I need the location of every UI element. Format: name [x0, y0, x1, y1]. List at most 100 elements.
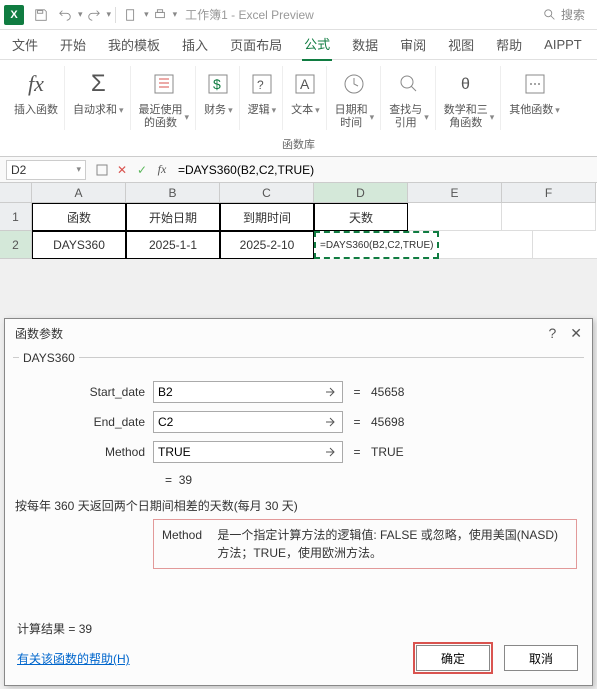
cell[interactable] — [533, 231, 597, 259]
text-icon: A — [292, 66, 318, 102]
svg-text:A: A — [300, 76, 310, 92]
ribbon-tab[interactable]: 帮助 — [494, 29, 524, 60]
cell[interactable] — [408, 203, 502, 231]
ribbon-tab[interactable]: AIPPT — [542, 31, 584, 58]
column-header[interactable]: E — [408, 183, 502, 203]
ribbon-button-label: 财务 ▾ — [204, 104, 233, 117]
cancel-button[interactable]: 取消 — [504, 645, 578, 671]
date-icon — [341, 66, 367, 102]
ribbon-button[interactable]: ?逻辑 ▾ — [242, 66, 284, 130]
param-input-field[interactable] — [158, 385, 322, 399]
function-help-link[interactable]: 有关该函数的帮助(H) — [17, 650, 130, 667]
param-input[interactable] — [153, 441, 343, 463]
cell[interactable]: 天数 — [314, 203, 408, 231]
undo-icon[interactable] — [54, 4, 76, 26]
redo-dropdown-icon[interactable]: ▾ — [107, 9, 112, 20]
formula-input[interactable] — [172, 163, 597, 177]
ribbon-button[interactable]: Σ自动求和 ▾ — [67, 66, 131, 130]
row-header[interactable]: 1 — [0, 203, 32, 231]
chevron-down-icon: ▾ — [555, 104, 560, 117]
chevron-down-icon: ▾ — [185, 111, 190, 124]
ribbon-tab[interactable]: 公式 — [302, 28, 332, 61]
ribbon-button-label: 日期和时间 ▾ — [335, 104, 375, 130]
logic-icon: ? — [249, 66, 275, 102]
ribbon-button[interactable]: fx插入函数 — [8, 66, 65, 130]
function-arguments-dialog: 函数参数 ? ✕ DAYS360 Start_date=45658End_dat… — [4, 318, 593, 686]
fx-icon[interactable]: fx — [152, 160, 172, 180]
ribbon-tab[interactable]: 我的模板 — [106, 29, 162, 60]
ribbon-tab[interactable]: 页面布局 — [228, 29, 284, 60]
name-box[interactable]: D2 ▾ — [6, 160, 86, 180]
ribbon-button[interactable]: 日期和时间 ▾ — [329, 66, 382, 130]
doc-title: 工作簿1 - Excel Preview — [185, 6, 543, 23]
chevron-down-icon: ▾ — [119, 104, 124, 117]
ribbon-tab[interactable]: 视图 — [446, 29, 476, 60]
range-picker-icon[interactable] — [322, 444, 338, 460]
param-input[interactable] — [153, 381, 343, 403]
print-dropdown-icon[interactable]: ▾ — [173, 9, 178, 20]
cell[interactable]: 开始日期 — [126, 203, 220, 231]
column-header[interactable]: D — [314, 183, 408, 203]
ribbon-button[interactable]: A文本 ▾ — [285, 66, 327, 130]
row-header[interactable]: 2 — [0, 231, 32, 259]
name-box-value: D2 — [11, 163, 26, 177]
ribbon-button[interactable]: 查找与引用 ▾ — [383, 66, 436, 130]
column-header[interactable]: B — [126, 183, 220, 203]
param-result: TRUE — [371, 445, 404, 459]
param-input-field[interactable] — [158, 445, 322, 459]
new-icon[interactable] — [120, 4, 142, 26]
ribbon-button[interactable]: 最近使用的函数 ▾ — [133, 66, 197, 130]
ribbon-tab[interactable]: 数据 — [350, 29, 380, 60]
cell[interactable] — [502, 203, 596, 231]
ribbon-button[interactable]: $ 财务 ▾ — [198, 66, 240, 130]
ribbon-tab[interactable]: 审阅 — [398, 29, 428, 60]
range-picker-icon[interactable] — [322, 384, 338, 400]
ribbon-tab[interactable]: 开始 — [58, 29, 88, 60]
param-input[interactable] — [153, 411, 343, 433]
range-selector-icon[interactable] — [92, 160, 112, 180]
cancel-formula-icon[interactable]: ✕ — [112, 160, 132, 180]
select-all-corner[interactable] — [0, 183, 32, 203]
accept-formula-icon[interactable]: ✓ — [132, 160, 152, 180]
cell[interactable]: 2025-2-10 — [220, 231, 314, 259]
cell[interactable]: 到期时间 — [220, 203, 314, 231]
column-header[interactable]: F — [502, 183, 596, 203]
equals-sign: = — [351, 385, 363, 399]
ribbon-tab[interactable]: 文件 — [10, 29, 40, 60]
dialog-titlebar: 函数参数 ? ✕ — [5, 319, 592, 347]
param-row: Start_date=45658 — [25, 377, 572, 407]
param-input-field[interactable] — [158, 415, 322, 429]
cell[interactable] — [439, 231, 533, 259]
search-box[interactable]: 搜索 — [543, 6, 585, 23]
function-name-label: DAYS360 — [19, 351, 79, 365]
calculation-result: 计算结果 = 39 — [17, 620, 92, 637]
param-row: Method=TRUE — [25, 437, 572, 467]
cell[interactable]: 2025-1-1 — [126, 231, 220, 259]
column-header[interactable]: C — [220, 183, 314, 203]
column-header[interactable]: A — [32, 183, 126, 203]
sum-icon: Σ — [91, 66, 106, 102]
help-icon[interactable]: ? — [548, 325, 556, 342]
param-row: End_date=45698 — [25, 407, 572, 437]
ribbon-button-label: 查找与引用 ▾ — [389, 104, 429, 130]
redo-icon[interactable] — [83, 4, 105, 26]
save-icon[interactable] — [30, 4, 52, 26]
formula-bar: D2 ▾ ✕ ✓ fx — [0, 157, 597, 183]
active-cell[interactable]: =DAYS360(B2,C2,TRUE) — [314, 231, 439, 259]
close-icon[interactable]: ✕ — [570, 325, 582, 342]
ribbon-tab[interactable]: 插入 — [180, 29, 210, 60]
function-description: 按每年 360 天返回两个日期间相差的天数(每月 30 天) — [15, 497, 298, 514]
ribbon-button[interactable]: θ数学和三角函数 ▾ — [438, 66, 502, 130]
info-text: 是一个指定计算方法的逻辑值: FALSE 或忽略，使用美国(NASD)方法；TR… — [217, 526, 567, 562]
more-icon — [522, 66, 548, 102]
ribbon-button[interactable]: 其他函数 ▾ — [503, 66, 566, 130]
ribbon-button-label: 其他函数 ▾ — [509, 104, 560, 117]
cell[interactable]: 函数 — [32, 203, 126, 231]
print-icon[interactable] — [149, 4, 171, 26]
cell[interactable]: DAYS360 — [32, 231, 126, 259]
finance-icon: $ — [205, 66, 231, 102]
range-picker-icon[interactable] — [322, 414, 338, 430]
chevron-down-icon: ▾ — [424, 111, 429, 124]
ok-button[interactable]: 确定 — [416, 645, 490, 671]
spreadsheet-grid: ABCDEF 1函数开始日期到期时间天数 2DAYS3602025-1-12025… — [0, 183, 597, 259]
